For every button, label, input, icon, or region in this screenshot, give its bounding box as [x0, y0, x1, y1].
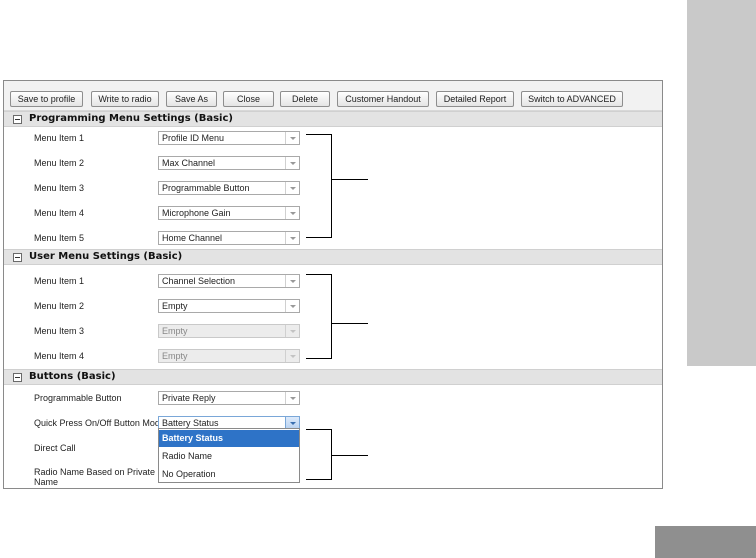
select-value: Empty: [162, 301, 188, 311]
select-value: Battery Status: [162, 418, 219, 428]
select-value: Programmable Button: [162, 183, 250, 193]
switch-to-advanced-button[interactable]: Switch to ADVANCED: [521, 91, 623, 107]
quick-press-dropdown[interactable]: Battery Status Radio Name No Operation: [158, 428, 300, 483]
programmable-button-select[interactable]: Private Reply: [158, 391, 300, 405]
delete-button[interactable]: Delete: [280, 91, 330, 107]
direct-call-label: Direct Call: [34, 443, 76, 453]
dropdown-option[interactable]: No Operation: [159, 466, 299, 483]
collapse-icon[interactable]: [13, 253, 22, 262]
menu-item-label: Menu Item 5: [34, 233, 85, 243]
select-value: Channel Selection: [162, 276, 236, 286]
callout-pointer: [332, 455, 368, 456]
menu-item-3-select[interactable]: Programmable Button: [158, 181, 300, 195]
select-value: Home Channel: [162, 233, 223, 243]
menu-item-label: Menu Item 4: [34, 351, 85, 361]
callout-bracket: [306, 134, 332, 238]
menu-item-5-select[interactable]: Home Channel: [158, 231, 300, 245]
section-title: Buttons (Basic): [29, 371, 116, 382]
collapse-icon[interactable]: [13, 373, 22, 382]
menu-item-4-select[interactable]: Microphone Gain: [158, 206, 300, 220]
section-title: Programming Menu Settings (Basic): [29, 113, 233, 124]
menu-item-1-select[interactable]: Profile ID Menu: [158, 131, 300, 145]
menu-item-2-select[interactable]: Max Channel: [158, 156, 300, 170]
select-value: Private Reply: [162, 393, 216, 403]
callout-pointer: [332, 323, 368, 324]
user-menu-header[interactable]: User Menu Settings (Basic): [4, 249, 662, 265]
chevron-down-icon[interactable]: [285, 232, 299, 244]
menu-item-label: Menu Item 2: [34, 158, 85, 168]
chevron-down-icon[interactable]: [285, 300, 299, 312]
menu-item-label: Menu Item 3: [34, 183, 85, 193]
corner-tab: [655, 526, 756, 558]
menu-item-label: Menu Item 3: [34, 326, 85, 336]
chevron-down-icon: [285, 325, 299, 337]
chevron-down-icon[interactable]: [285, 157, 299, 169]
chevron-down-icon[interactable]: [285, 275, 299, 287]
chevron-down-icon: [285, 350, 299, 362]
chevron-down-icon[interactable]: [285, 132, 299, 144]
dropdown-option[interactable]: Radio Name: [159, 448, 299, 465]
buttons-header[interactable]: Buttons (Basic): [4, 369, 662, 385]
quick-press-label: Quick Press On/Off Button Mode: [34, 418, 165, 428]
callout-bracket: [306, 274, 332, 359]
select-value: Microphone Gain: [162, 208, 231, 218]
select-value: Max Channel: [162, 158, 216, 168]
dropdown-option[interactable]: Battery Status: [159, 430, 299, 447]
write-to-radio-button[interactable]: Write to radio: [91, 91, 159, 107]
chevron-down-icon[interactable]: [285, 182, 299, 194]
save-as-button[interactable]: Save As: [166, 91, 217, 107]
programmable-button-label: Programmable Button: [34, 393, 122, 403]
user-menu-item-3-select: Empty: [158, 324, 300, 338]
customer-handout-button[interactable]: Customer Handout: [337, 91, 429, 107]
select-value: Empty: [162, 351, 188, 361]
radio-name-label: Radio Name Based on Private: [34, 467, 156, 477]
menu-item-label: Menu Item 1: [34, 276, 85, 286]
select-value: Empty: [162, 326, 188, 336]
chevron-down-icon[interactable]: [285, 207, 299, 219]
menu-item-label: Menu Item 2: [34, 301, 85, 311]
callout-bracket: [306, 429, 332, 480]
menu-item-label: Menu Item 4: [34, 208, 85, 218]
menu-item-label: Menu Item 1: [34, 133, 85, 143]
user-menu-item-2-select[interactable]: Empty: [158, 299, 300, 313]
collapse-icon[interactable]: [13, 115, 22, 124]
radio-name-label: Name: [34, 477, 59, 487]
save-to-profile-button[interactable]: Save to profile: [10, 91, 83, 107]
user-menu-item-4-select: Empty: [158, 349, 300, 363]
callout-pointer: [332, 179, 368, 180]
detailed-report-button[interactable]: Detailed Report: [436, 91, 514, 107]
programming-menu-header[interactable]: Programming Menu Settings (Basic): [4, 111, 662, 127]
settings-window: Save to profile Write to radio Save As C…: [3, 80, 663, 489]
user-menu-item-1-select[interactable]: Channel Selection: [158, 274, 300, 288]
toolbar: Save to profile Write to radio Save As C…: [4, 81, 662, 111]
section-title: User Menu Settings (Basic): [29, 251, 183, 262]
close-button[interactable]: Close: [223, 91, 274, 107]
select-value: Profile ID Menu: [162, 133, 225, 143]
side-tab: [687, 0, 756, 366]
chevron-down-icon[interactable]: [285, 392, 299, 404]
